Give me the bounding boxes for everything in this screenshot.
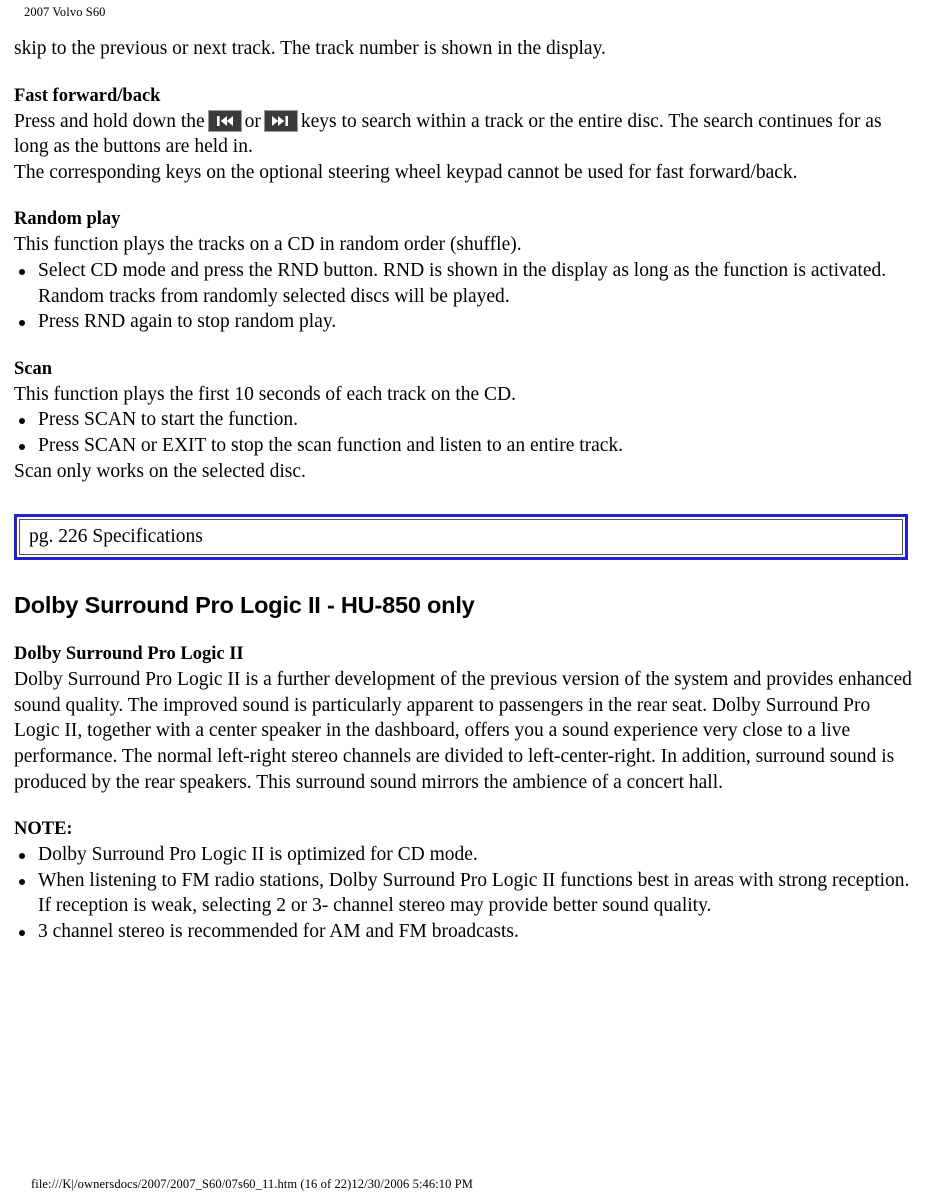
specifications-box-label: pg. 226 Specifications [29,526,203,548]
continued-paragraph: skip to the previous or next track. The … [14,38,606,59]
specifications-box-inner: pg. 226 Specifications [19,519,903,556]
dolby-paragraph: Dolby Surround Pro Logic II is a further… [14,669,912,793]
heading-dolby-surround-pro-logic-ii: Dolby Surround Pro Logic II [14,644,244,665]
page-footer-path: file:///K|/ownersdocs/2007/2007_S60/07s6… [31,1177,473,1191]
running-header: 2007 Volvo S60 [24,5,106,19]
heading-fast-forward-back: Fast forward/back [14,85,161,106]
section-title-dolby-surround: Dolby Surround Pro Logic II - HU-850 onl… [14,592,475,619]
fast-forward-key-icon [263,109,298,132]
list-item: Press SCAN to start the function. [14,407,912,433]
list-item: Press RND again to stop random play. [14,309,912,335]
specifications-cross-reference-box[interactable]: pg. 226 Specifications [14,514,908,561]
scan-outro: Scan only works on the selected disc. [14,460,306,482]
or-word: or [244,110,261,132]
list-item: 3 channel stereo is recommended for AM a… [14,919,912,945]
fast-forward-text-part-1: Press and hold down the [14,110,205,132]
random-play-bullet-list: Select CD mode and press the RND button.… [14,258,912,335]
list-item: Dolby Surround Pro Logic II is optimized… [14,842,912,868]
note-bullet-list: Dolby Surround Pro Logic II is optimized… [14,842,912,944]
heading-note: NOTE: [14,819,73,840]
document-page: 2007 Volvo S60 skip to the previous or n… [0,0,927,1200]
document-body: skip to the previous or next track. The … [14,36,912,944]
list-item: Select CD mode and press the RND button.… [14,258,912,309]
scan-intro: This function plays the first 10 seconds… [14,383,517,405]
heading-random-play: Random play [14,209,121,230]
list-item: Press SCAN or EXIT to stop the scan func… [14,433,912,459]
scan-bullet-list: Press SCAN to start the function. Press … [14,407,912,458]
list-item: When listening to FM radio stations, Dol… [14,868,912,919]
heading-scan: Scan [14,358,53,379]
rewind-key-icon [207,109,242,132]
fast-forward-steering-wheel-note: The corresponding keys on the optional s… [14,161,798,183]
random-play-intro: This function plays the tracks on a CD i… [14,234,522,256]
fast-forward-paragraph: Press and hold down the or keys to search … [14,109,912,160]
